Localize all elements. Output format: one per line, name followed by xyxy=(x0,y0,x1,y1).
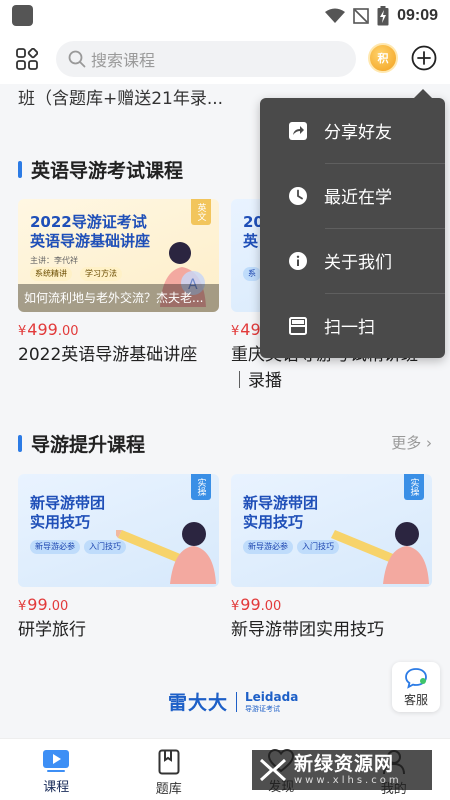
section-title-english: 英语导游考试课程 xyxy=(18,156,183,183)
thumb-title-line1: 新导游带团 xyxy=(243,494,319,512)
illustration-pencil-woman-icon xyxy=(331,522,429,584)
search-icon xyxy=(68,50,86,68)
course-name: 研学旅行 xyxy=(18,620,86,640)
price-integer: 499 xyxy=(27,320,58,339)
course-thumbnail: 新导游带团 实用技巧 新导游必参 入门技巧 实操 xyxy=(231,474,432,587)
thumb-title-line1: 2022导游证考试 xyxy=(30,213,147,231)
menu-item-scan[interactable]: 扫一扫 xyxy=(260,293,445,358)
price-integer: 49 xyxy=(240,320,261,339)
popup-menu: 分享好友 最近在学 关于我们 扫一扫 xyxy=(260,89,445,358)
status-indicators: 09:09 xyxy=(325,5,438,27)
brand-text: Leidada 导游证考试 xyxy=(245,690,298,714)
course-title-truncated[interactable]: 班（含题库+赠送21年录... xyxy=(18,84,223,109)
brand-name-en: Leidada xyxy=(245,689,299,704)
thumb-chip: 系 xyxy=(243,267,261,281)
search-placeholder: 搜索课程 xyxy=(91,51,156,70)
brand-subtitle: 导游证考试 xyxy=(245,704,281,713)
search-input[interactable]: 搜索课程 xyxy=(56,41,356,77)
thumb-caption: 如何流利地与老外交流？杰夫老... xyxy=(18,284,219,312)
menu-item-recent[interactable]: 最近在学 xyxy=(260,163,445,228)
thumb-chip: 学习方法 xyxy=(80,267,122,281)
customer-service-button[interactable]: 客服 xyxy=(392,662,440,712)
book-icon xyxy=(158,749,180,775)
nav-label: 题库 xyxy=(155,782,182,797)
scan-icon xyxy=(289,316,307,335)
thumb-title-line2: 实用技巧 xyxy=(30,513,91,531)
price-integer: 99 xyxy=(240,595,261,614)
play-video-icon xyxy=(43,750,70,772)
points-coin-icon[interactable]: 积 xyxy=(368,43,398,73)
course-price: ¥ 99 .00 xyxy=(231,595,432,614)
nav-item-questions[interactable]: 题库 xyxy=(113,739,226,800)
clock-time: 09:09 xyxy=(397,7,438,24)
brand-name-cn: 雷大大 xyxy=(168,692,229,714)
category-tag: 实操 xyxy=(191,474,211,500)
watermark-name: 新绿资源网 xyxy=(294,753,395,775)
thumb-chip: 系统精讲 xyxy=(30,267,72,281)
course-price: ¥ 99 .00 xyxy=(18,595,219,614)
course-price: ¥ 499 .00 xyxy=(18,320,219,339)
add-menu-icon[interactable] xyxy=(411,45,437,71)
more-link[interactable]: 更多 › xyxy=(391,432,432,453)
course-name: 2022英语导游基础讲座 xyxy=(18,345,198,365)
clock-icon xyxy=(289,186,307,205)
brand-divider xyxy=(236,691,238,712)
nav-label: 课程 xyxy=(43,780,70,795)
wifi-icon xyxy=(325,8,346,23)
thumb-chip: 新导游必参 xyxy=(30,540,80,554)
watermark-url: www.xlhs.com xyxy=(294,775,402,786)
no-signal-icon xyxy=(353,8,369,24)
menu-item-label: 分享好友 xyxy=(324,123,392,143)
status-bar: 09:09 xyxy=(0,0,450,32)
nav-item-courses[interactable]: 课程 xyxy=(0,739,113,800)
price-currency: ¥ xyxy=(18,599,27,614)
service-label: 客服 xyxy=(403,692,428,707)
category-grid-icon[interactable] xyxy=(16,48,38,70)
thumb-title-line2: 英语导游基础讲座 xyxy=(30,232,151,250)
section-title-improve: 导游提升课程 xyxy=(18,430,145,457)
app-notification-icon xyxy=(12,5,33,26)
thumb-title-line2: 实用技巧 xyxy=(243,513,304,531)
menu-item-label: 扫一扫 xyxy=(324,318,375,338)
menu-item-about[interactable]: 关于我们 xyxy=(260,228,445,293)
price-decimal: .00 xyxy=(260,599,282,614)
price-integer: 99 xyxy=(27,595,48,614)
watermark-text: 新绿资源网 www.xlhs.com xyxy=(294,753,402,787)
watermark-overlay: 新绿资源网 www.xlhs.com xyxy=(252,750,432,790)
watermark-logo-icon xyxy=(259,758,287,782)
menu-item-label: 关于我们 xyxy=(324,253,392,273)
course-card[interactable]: 新导游带团 实用技巧 新导游必参 入门技巧 实操 ¥ 99 .00 研学旅行 xyxy=(18,474,219,643)
category-tag: 英文 xyxy=(191,199,211,225)
course-thumbnail: 2022导游证考试 英语导游基础讲座 主讲：李代祥 系统精讲 学习方法 英文 A… xyxy=(18,199,219,312)
top-bar: 搜索课程 积 xyxy=(0,32,450,84)
menu-item-share[interactable]: 分享好友 xyxy=(260,98,445,163)
thumb-title-line1: 新导游带团 xyxy=(30,494,106,512)
price-decimal: .00 xyxy=(57,324,79,339)
course-card[interactable]: 2022导游证考试 英语导游基础讲座 主讲：李代祥 系统精讲 学习方法 英文 A… xyxy=(18,199,219,368)
price-currency: ¥ xyxy=(231,599,240,614)
chat-bubble-icon xyxy=(405,667,427,689)
lecturer-label: 主讲：李代祥 xyxy=(30,256,78,265)
course-thumbnail: 新导游带团 实用技巧 新导游必参 入门技巧 实操 xyxy=(18,474,219,587)
thumb-chip: 新导游必参 xyxy=(243,540,293,554)
course-name: 新导游带团实用技巧 xyxy=(231,620,384,640)
price-decimal: .00 xyxy=(47,599,69,614)
battery-charging-icon xyxy=(377,6,389,26)
menu-item-label: 最近在学 xyxy=(324,188,392,208)
price-currency: ¥ xyxy=(231,324,240,339)
price-currency: ¥ xyxy=(18,324,27,339)
brand-footer: 雷大大 Leidada 导游证考试 xyxy=(168,688,298,715)
course-card[interactable]: 新导游带团 实用技巧 新导游必参 入门技巧 实操 ¥ 99 .00 新导游带团实… xyxy=(231,474,432,643)
info-icon xyxy=(289,251,307,270)
share-icon xyxy=(289,121,307,140)
illustration-pencil-woman-icon xyxy=(116,522,216,584)
thumb-title-line2: 英 xyxy=(243,232,259,250)
category-tag: 实操 xyxy=(404,474,424,500)
